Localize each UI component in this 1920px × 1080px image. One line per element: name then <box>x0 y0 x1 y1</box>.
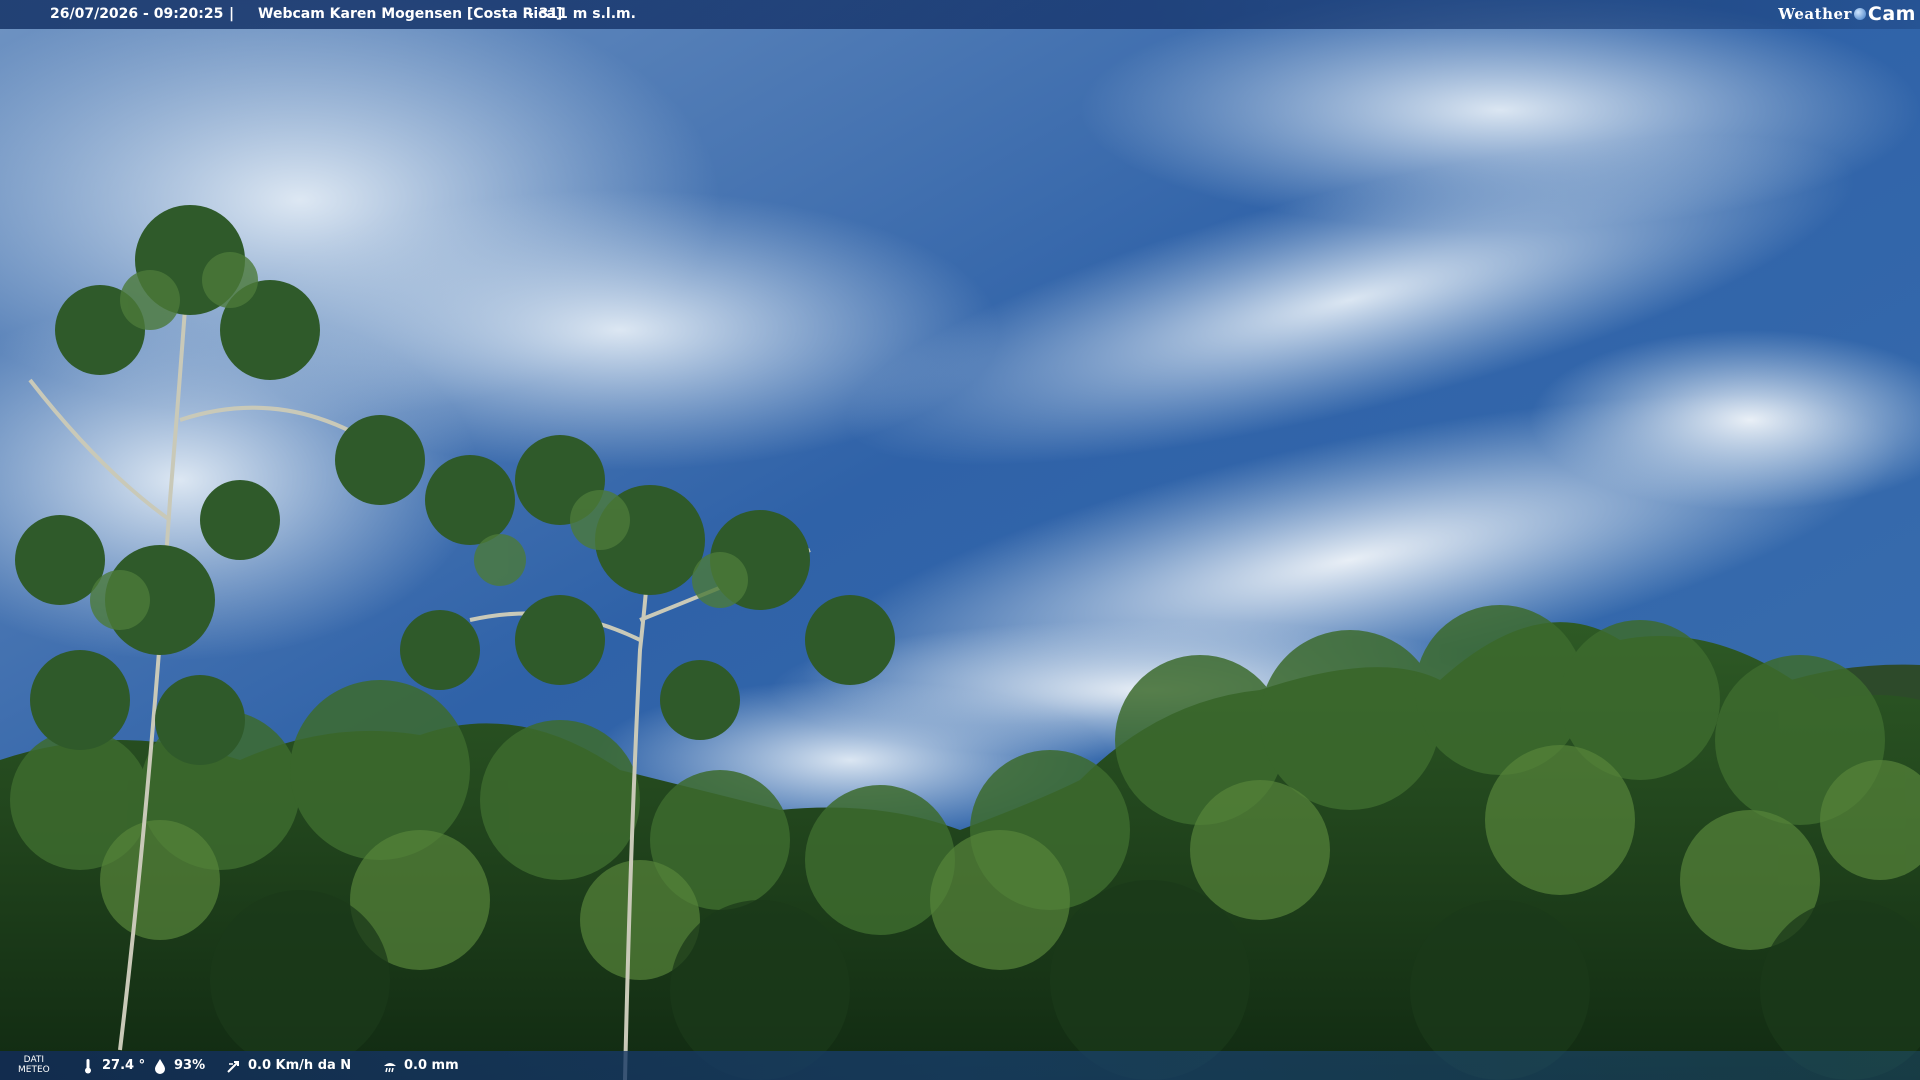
humidity-reading: 93% <box>152 1051 205 1080</box>
temperature-reading: 27.4 ° <box>80 1051 145 1080</box>
altitude-label: - 311 m s.l.m. <box>528 6 636 22</box>
thermometer-icon <box>85 1058 91 1073</box>
rain-reading: 0.0 mm <box>382 1051 459 1080</box>
brand-weather-text: Weather <box>1778 4 1852 23</box>
datetime-stamp: 26/07/2026 - 09:20:25 <box>50 6 224 22</box>
webcam-scene <box>0 0 1920 1080</box>
webcam-title: Webcam Karen Mogensen [Costa Rica] <box>258 6 563 22</box>
brand-cam-text: Cam <box>1867 2 1916 25</box>
webcam-header-bar: 26/07/2026 - 09:20:25 | Webcam Karen Mog… <box>0 0 1920 29</box>
globe-icon <box>1853 8 1866 20</box>
wind-vane-icon <box>227 1060 239 1073</box>
humidity-drop-icon <box>155 1058 165 1074</box>
header-separator: | <box>229 6 235 22</box>
wind-reading: 0.0 Km/h da N <box>226 1051 351 1080</box>
rain-gauge-icon <box>384 1062 396 1072</box>
dati-meteo-label: DATI METEO <box>18 1055 50 1075</box>
weathercam-logo: Weather Cam <box>1778 3 1916 25</box>
weather-data-bar: DATI METEO 27.4 ° 93% 0.0 Km/h da N 0.0 … <box>0 1051 1920 1080</box>
